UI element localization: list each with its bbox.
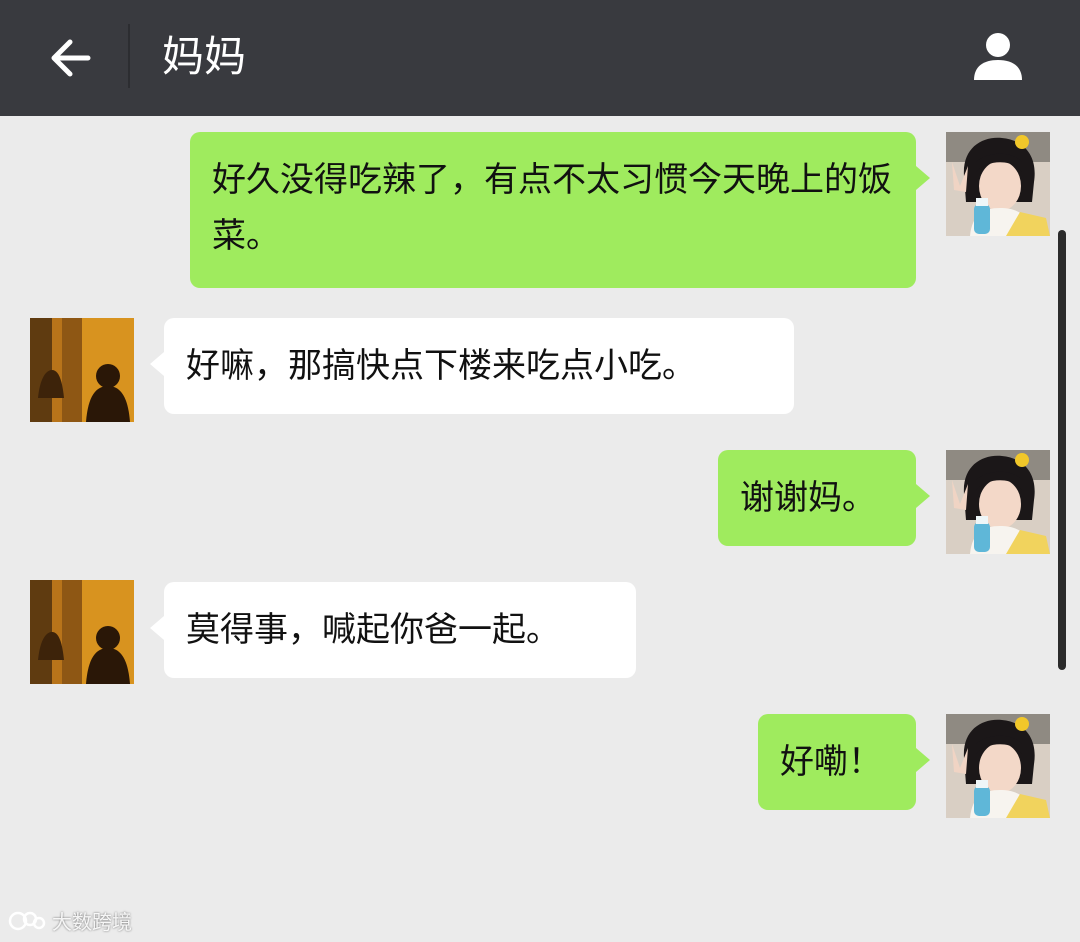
message-bubble-incoming[interactable]: 好嘛，那搞快点下楼来吃点小吃。 bbox=[150, 318, 794, 414]
my-avatar[interactable] bbox=[946, 450, 1050, 554]
watermark: 大数跨境 bbox=[8, 906, 132, 935]
arrow-left-icon bbox=[51, 39, 91, 77]
back-button[interactable] bbox=[40, 28, 100, 88]
message-text: 莫得事，喊起你爸一起。 bbox=[186, 610, 560, 650]
profile-button[interactable] bbox=[966, 24, 1030, 88]
chat-title: 妈妈 bbox=[162, 32, 247, 81]
message-text: 谢谢妈。 bbox=[740, 478, 876, 518]
person-icon bbox=[974, 33, 1022, 80]
mom-avatar[interactable] bbox=[30, 318, 134, 422]
message-bubble-incoming[interactable]: 莫得事，喊起你爸一起。 bbox=[150, 582, 636, 678]
my-avatar[interactable] bbox=[946, 714, 1050, 818]
watermark-logo-icon bbox=[8, 911, 46, 930]
top-bar: 妈妈 bbox=[0, 0, 1080, 116]
my-avatar[interactable] bbox=[946, 132, 1050, 236]
mom-avatar[interactable] bbox=[30, 580, 134, 684]
header-divider bbox=[128, 24, 130, 88]
watermark-text: 大数跨境 bbox=[52, 910, 132, 934]
message-bubble-outgoing[interactable]: 好嘞！ bbox=[758, 714, 930, 810]
message-bubble-outgoing[interactable]: 好久没得吃辣了，有点不太习惯今天晚上的饭菜。 bbox=[190, 132, 930, 288]
scrollbar[interactable] bbox=[1058, 230, 1066, 670]
message-text: 好嘞！ bbox=[780, 742, 882, 782]
message-text: 好久没得吃辣了，有点不太习惯今天晚上的饭菜。 bbox=[212, 160, 892, 256]
message-bubble-outgoing[interactable]: 谢谢妈。 bbox=[718, 450, 930, 546]
message-text: 好嘛，那搞快点下楼来吃点小吃。 bbox=[186, 346, 696, 386]
chat-area: 好久没得吃辣了，有点不太习惯今天晚上的饭菜。 好嘛，那搞快点下楼来吃点小吃。 谢… bbox=[0, 116, 1080, 942]
